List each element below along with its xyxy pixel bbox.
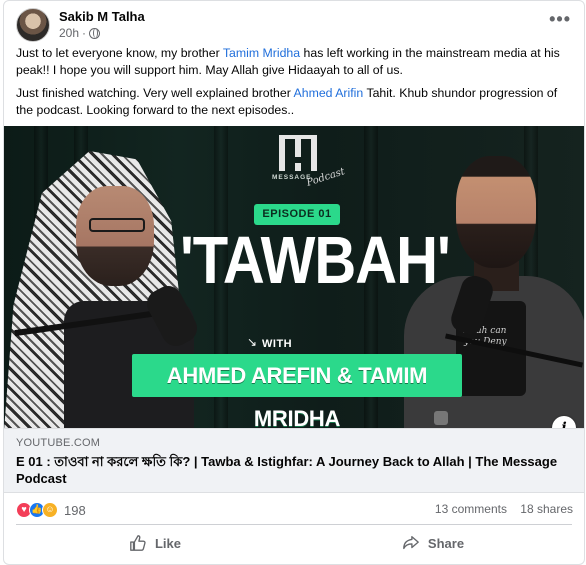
shares-count[interactable]: 18 shares bbox=[520, 502, 573, 516]
reaction-count[interactable]: 198 bbox=[64, 503, 86, 518]
care-reaction-icon: ☺ bbox=[42, 502, 58, 518]
share-icon bbox=[403, 536, 419, 550]
podcast-logo bbox=[279, 135, 317, 171]
link-domain: YOUTUBE.COM bbox=[16, 437, 101, 449]
author-name[interactable]: Sakib M Talha bbox=[59, 9, 145, 24]
post-card: Sakib M Talha 20h · ••• Just to let ever… bbox=[3, 0, 585, 565]
link-title[interactable]: E 01 : তাওবা না করলে ক্ষতি কি? | Tawba &… bbox=[16, 453, 571, 487]
post-text: Just to let everyone know, my brother Ta… bbox=[16, 45, 576, 125]
like-label: Like bbox=[154, 535, 181, 551]
comments-count[interactable]: 13 comments bbox=[435, 502, 507, 516]
post-time[interactable]: 20h bbox=[59, 26, 79, 40]
share-button[interactable]: Share bbox=[294, 528, 572, 558]
divider bbox=[16, 524, 572, 525]
post-header: Sakib M Talha 20h · ••• bbox=[16, 8, 571, 42]
watch bbox=[434, 411, 448, 425]
author-avatar[interactable] bbox=[16, 8, 50, 42]
reactions-summary[interactable]: ♥ 👍 ☺ 198 bbox=[16, 501, 86, 519]
arrow-icon: ↘ bbox=[247, 335, 258, 349]
guests-banner: AHMED AREFIN & TAMIM MRIDHA bbox=[132, 354, 462, 428]
video-thumbnail[interactable]: Allah can you Deny MESSAGE Podcast EPISO… bbox=[4, 126, 584, 428]
mention-tamim[interactable]: Tamim Mridha bbox=[223, 46, 300, 60]
thumbs-up-icon bbox=[130, 535, 146, 551]
glasses bbox=[89, 218, 145, 232]
host-right-face bbox=[456, 156, 536, 268]
more-options-button[interactable]: ••• bbox=[549, 10, 571, 28]
post-paragraph-1: Just to let everyone know, my brother Ta… bbox=[16, 46, 560, 77]
share-label: Share bbox=[427, 535, 465, 551]
with-label: WITH bbox=[262, 338, 293, 350]
action-bar: Like Share bbox=[16, 528, 572, 558]
host-left-face bbox=[76, 186, 154, 286]
globe-icon[interactable] bbox=[89, 27, 101, 39]
like-button[interactable]: Like bbox=[16, 528, 294, 558]
engagement-stats: 13 comments 18 shares bbox=[425, 502, 573, 516]
episode-title: 'TAWBAH' bbox=[180, 223, 451, 298]
mention-ahmed[interactable]: Ahmed Arifin bbox=[294, 86, 364, 100]
post-meta: 20h · bbox=[59, 26, 101, 40]
link-preview[interactable]: YOUTUBE.COM E 01 : তাওবা না করলে ক্ষতি ক… bbox=[4, 428, 584, 493]
post-paragraph-2: Just finished watching. Very well explai… bbox=[16, 86, 558, 117]
